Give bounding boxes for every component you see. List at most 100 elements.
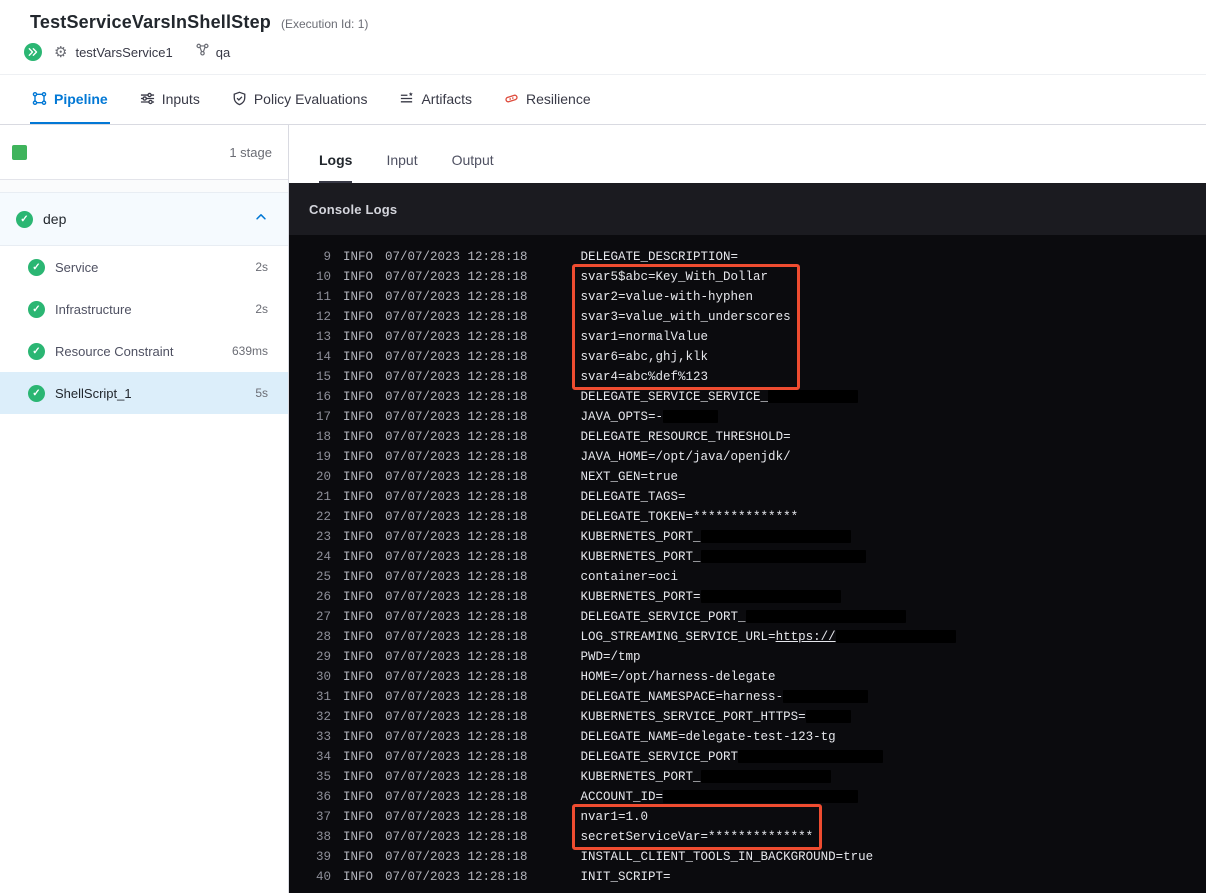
log-level: INFO xyxy=(343,410,374,424)
log-level: INFO xyxy=(343,270,374,284)
log-line-number: 30 xyxy=(315,670,331,684)
log-timestamp: 07/07/2023 12:28:18 xyxy=(385,290,528,304)
tab-inputs[interactable]: Inputs xyxy=(138,75,202,124)
log-timestamp: 07/07/2023 12:28:18 xyxy=(385,650,528,664)
log-message: svar6=abc,ghj,klk xyxy=(580,350,709,364)
step-row-shellscript-1[interactable]: ✓ ShellScript_1 5s xyxy=(0,372,288,414)
log-line: 31 INFO 07/07/2023 12:28:18 DELEGATE_NAMESP… xyxy=(309,687,1206,707)
log-line-number: 23 xyxy=(315,530,331,544)
environment-name[interactable]: qa xyxy=(216,45,230,60)
log-timestamp: 07/07/2023 12:28:18 xyxy=(385,270,528,284)
stage-status-square[interactable] xyxy=(12,144,27,160)
log-message: svar1=normalValue xyxy=(580,330,709,344)
log-timestamp: 07/07/2023 12:28:18 xyxy=(385,870,528,884)
log-line: 36 INFO 07/07/2023 12:28:18 ACCOUNT_ID= xyxy=(309,787,1206,807)
log-line: 35 INFO 07/07/2023 12:28:18 KUBERNETES_PORT… xyxy=(309,767,1206,787)
log-line: 18 INFO 07/07/2023 12:28:18 DELEGATE_RESOUR… xyxy=(309,427,1206,447)
step-row-resource-constraint[interactable]: ✓ Resource Constraint 639ms xyxy=(0,330,288,372)
pipeline-icon xyxy=(32,91,47,106)
log-message: svar2=value-with-hyphen xyxy=(580,290,754,304)
log-timestamp: 07/07/2023 12:28:18 xyxy=(385,470,528,484)
log-message: INSTALL_CLIENT_TOOLS_IN_BACKGROUND=true xyxy=(580,850,874,864)
log-line: 32 INFO 07/07/2023 12:28:18 KUBERNETES_SERV… xyxy=(309,707,1206,727)
log-level: INFO xyxy=(343,610,374,624)
tab-resilience[interactable]: Resilience xyxy=(502,75,593,124)
tab-label: Pipeline xyxy=(54,90,108,107)
step-duration: 2s xyxy=(255,260,268,274)
log-line: 24 INFO 07/07/2023 12:28:18 KUBERNETES_PORT… xyxy=(309,547,1206,567)
environment-icon xyxy=(195,42,210,62)
log-message: DELEGATE_DESCRIPTION= xyxy=(580,250,739,264)
log-level: INFO xyxy=(343,810,374,824)
log-level: INFO xyxy=(343,670,374,684)
log-message: svar5$abc=Key_With_Dollar xyxy=(580,270,769,284)
log-level: INFO xyxy=(343,550,374,564)
step-label: Resource Constraint xyxy=(55,343,174,359)
log-level: INFO xyxy=(343,390,374,404)
log-line: 28 INFO 07/07/2023 12:28:18 LOG_STREAMING_S… xyxy=(309,627,1206,647)
tab-output[interactable]: Output xyxy=(452,152,494,183)
log-message: DELEGATE_SERVICE_PORT xyxy=(581,747,884,767)
stage-header: 1 stage xyxy=(0,125,288,180)
tab-artifacts[interactable]: Artifacts xyxy=(397,75,474,124)
tab-label: Inputs xyxy=(161,90,200,107)
tab-logs[interactable]: Logs xyxy=(319,152,353,183)
redacted-value xyxy=(745,610,906,624)
resilience-icon xyxy=(504,91,519,106)
log-panel[interactable]: 9 INFO 07/07/2023 12:28:18 DELEGATE_DESCRIP… xyxy=(289,235,1206,893)
log-message: ACCOUNT_ID= xyxy=(581,787,859,807)
console-logs-title: Console Logs xyxy=(309,201,398,217)
log-timestamp: 07/07/2023 12:28:18 xyxy=(385,550,528,564)
log-line-number: 16 xyxy=(315,390,331,404)
log-message: JAVA_OPTS=- xyxy=(581,407,719,427)
tab-input[interactable]: Input xyxy=(386,152,417,183)
execution-id: (Execution Id: 1) xyxy=(280,17,369,31)
log-message: LOG_STREAMING_SERVICE_URL=https:// xyxy=(581,627,956,647)
execution-header: TestServiceVarsInShellStep (Execution Id… xyxy=(0,0,1206,75)
step-duration: 2s xyxy=(255,302,268,316)
stage-group-dep[interactable]: ✓ dep xyxy=(0,192,288,246)
log-timestamp: 07/07/2023 12:28:18 xyxy=(385,730,528,744)
step-row-infrastructure[interactable]: ✓ Infrastructure 2s xyxy=(0,288,288,330)
step-row-service[interactable]: ✓ Service 2s xyxy=(0,246,288,288)
log-message: PWD=/tmp xyxy=(580,650,641,664)
log-line: 12 INFO 07/07/2023 12:28:18 svar3=value_wit… xyxy=(309,307,1206,327)
log-level: INFO xyxy=(343,590,374,604)
log-line-number: 20 xyxy=(315,470,331,484)
log-level: INFO xyxy=(343,870,374,884)
log-timestamp: 07/07/2023 12:28:18 xyxy=(385,570,528,584)
log-message: KUBERNETES_PORT_ xyxy=(581,527,851,547)
log-line-number: 18 xyxy=(315,430,331,444)
log-level: INFO xyxy=(343,470,374,484)
log-message: DELEGATE_NAME=delegate-test-123-tg xyxy=(580,730,836,744)
log-message: DELEGATE_TOKEN=************** xyxy=(580,510,799,524)
log-message: container=oci xyxy=(580,570,679,584)
step-label: ShellScript_1 xyxy=(55,385,132,401)
step-label: Service xyxy=(55,259,99,275)
log-message: KUBERNETES_SERVICE_PORT_HTTPS= xyxy=(581,707,851,727)
tab-pipeline[interactable]: Pipeline xyxy=(30,75,110,124)
main-tabbar: Pipeline Inputs Policy Evaluations Artif… xyxy=(0,75,1206,125)
log-timestamp: 07/07/2023 12:28:18 xyxy=(385,310,528,324)
artifacts-icon xyxy=(399,91,414,106)
log-timestamp: 07/07/2023 12:28:18 xyxy=(385,750,528,764)
log-timestamp: 07/07/2023 12:28:18 xyxy=(385,590,528,604)
redacted-value xyxy=(700,770,831,784)
log-line: 37 INFO 07/07/2023 12:28:18 nvar1=1.0 xyxy=(309,807,1206,827)
log-line-number: 27 xyxy=(315,610,331,624)
success-check-icon: ✓ xyxy=(28,300,45,318)
service-name[interactable]: testVarsService1 xyxy=(75,45,172,60)
log-line: 19 INFO 07/07/2023 12:28:18 JAVA_HOME=/opt/… xyxy=(309,447,1206,467)
tab-policy-evaluations[interactable]: Policy Evaluations xyxy=(230,75,370,124)
log-message: DELEGATE_TAGS= xyxy=(580,490,686,504)
tab-label: Artifacts xyxy=(421,90,473,107)
chevron-up-icon[interactable] xyxy=(254,210,268,229)
log-timestamp: 07/07/2023 12:28:18 xyxy=(385,410,528,424)
redacted-value xyxy=(768,390,859,404)
log-message: secretServiceVar=************** xyxy=(580,830,814,844)
log-level: INFO xyxy=(343,730,374,744)
log-level: INFO xyxy=(343,710,374,724)
log-message: KUBERNETES_PORT_ xyxy=(581,547,866,567)
log-timestamp: 07/07/2023 12:28:18 xyxy=(385,610,528,624)
console-logs-section-header[interactable]: Console Logs xyxy=(289,183,1206,235)
